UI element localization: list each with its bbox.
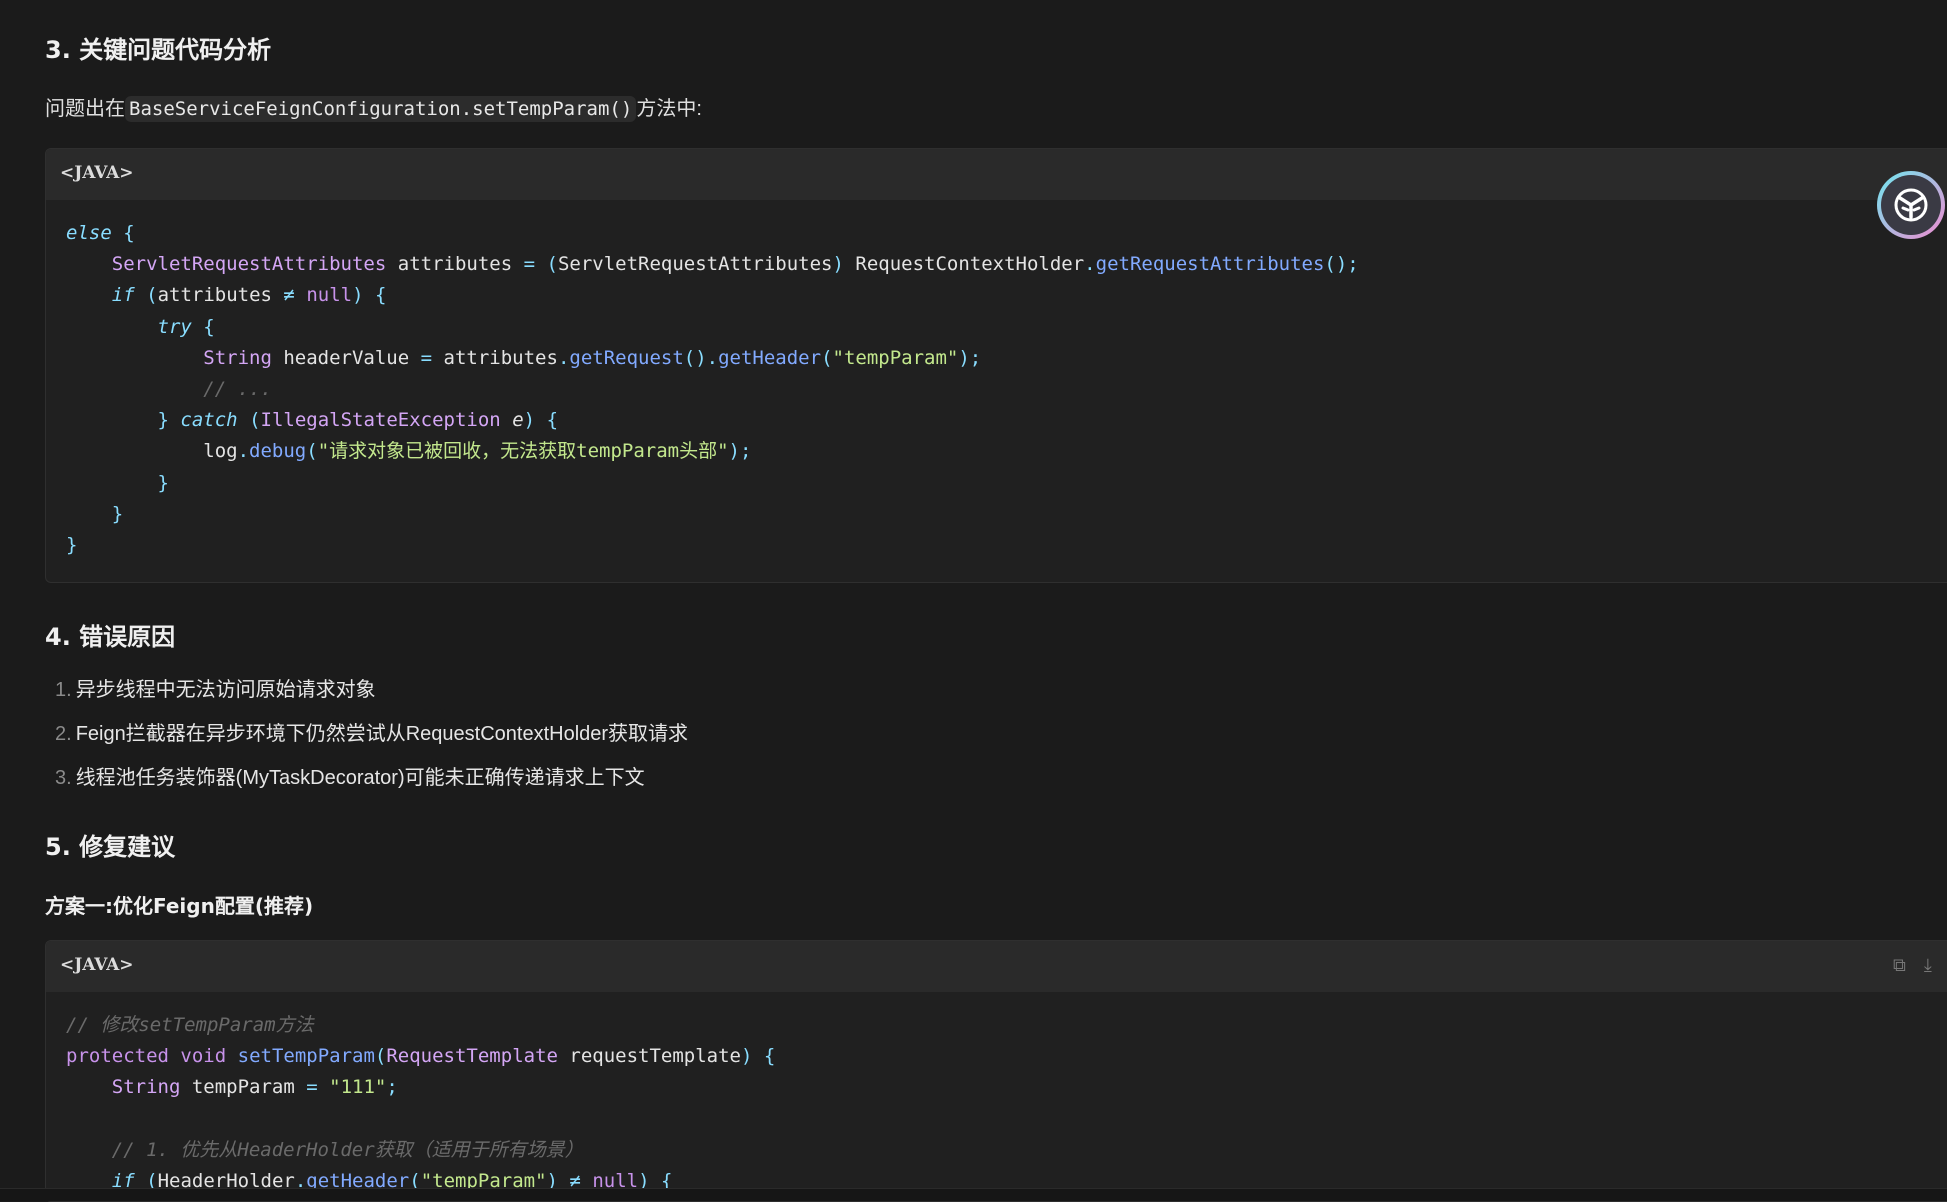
code-language-label: <JAVA> (60, 163, 134, 183)
download-icon[interactable]: ⤓ (1924, 955, 1932, 976)
list-item: 2. Feign拦截器在异步环境下仍然尝试从RequestContextHolde… (55, 723, 689, 745)
code-block-1: <JAVA> else { ServletRequestAttributes a… (45, 148, 1947, 583)
section-4-heading: 4. 错误原因 (45, 623, 176, 651)
code-block-2: <JAVA> ⧉ ⤓ // 修改setTempParam方法 protected… (45, 940, 1947, 1202)
code-block-header: <JAVA> ⧉ ⤓ (46, 941, 1947, 992)
list-item: 3. 线程池任务装饰器(MyTaskDecorator)可能未正确传递请求上下文 (55, 767, 645, 789)
intro-paragraph: 问题出在 BaseServiceFeignConfiguration.setTem… (45, 92, 702, 122)
code-block-actions: ⧉ ⤓ (1893, 955, 1932, 976)
code-block-header: <JAVA> (46, 149, 1947, 200)
assistant-logo-icon (1881, 175, 1941, 235)
inline-code: BaseServiceFeignConfiguration.setTempPar… (125, 96, 637, 122)
intro-suffix: 方法中: (636, 98, 702, 120)
section-3-heading: 3. 关键问题代码分析 (45, 36, 272, 64)
causes-list: 1. 异步线程中无法访问原始请求对象 2. Feign拦截器在异步环境下仍然尝试从R… (45, 668, 688, 800)
intro-prefix: 问题出在 (45, 98, 125, 120)
section-5-heading: 5. 修复建议 (45, 833, 176, 861)
plan-1-heading: 方案一:优化Feign配置(推荐) (45, 894, 314, 918)
list-item: 1. 异步线程中无法访问原始请求对象 (55, 679, 376, 701)
code-content[interactable]: // 修改setTempParam方法 protected void setTe… (46, 992, 1947, 1201)
code-language-label: <JAVA> (60, 955, 134, 975)
assistant-floating-button[interactable] (1877, 171, 1945, 239)
code-content[interactable]: else { ServletRequestAttributes attribut… (46, 200, 1947, 571)
copy-icon[interactable]: ⧉ (1893, 955, 1906, 976)
bottom-bar (0, 1188, 1947, 1201)
